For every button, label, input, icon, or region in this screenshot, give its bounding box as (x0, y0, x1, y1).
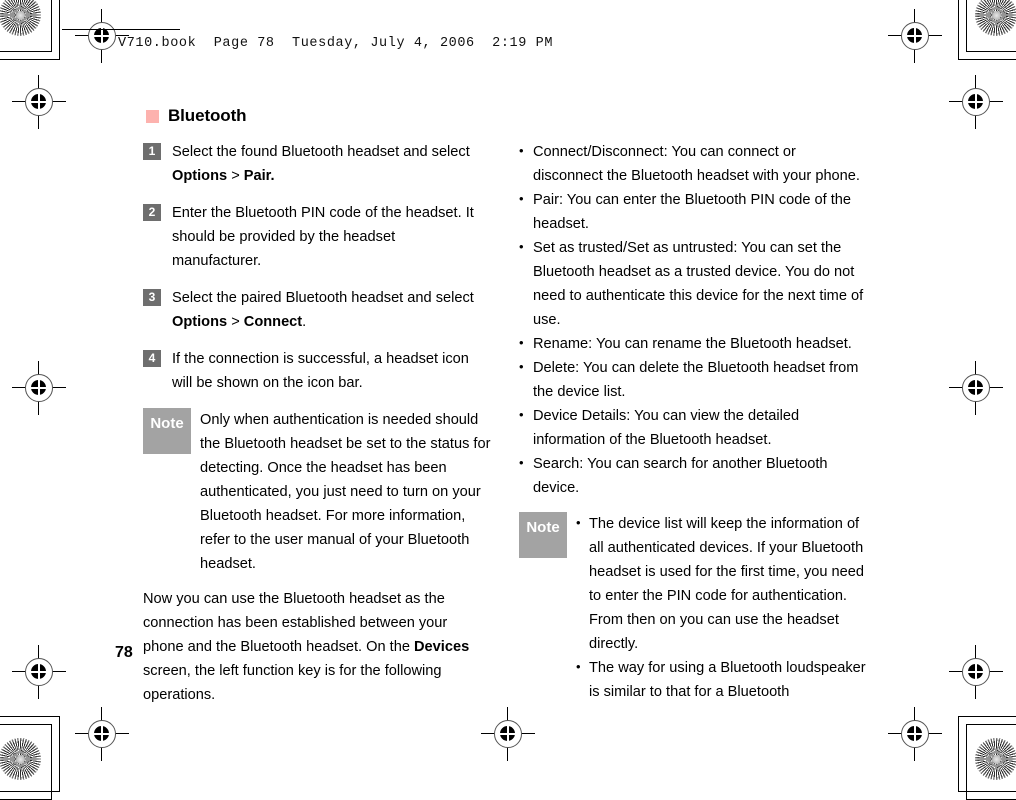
step-text-end: . (302, 314, 307, 330)
step-text: If the connection is successful, a heads… (172, 351, 469, 391)
list-item: Rename: You can rename the Bluetooth hea… (519, 331, 867, 356)
list-item: The way for using a Bluetooth loudspeake… (576, 655, 867, 704)
step-bold-connect: Connect (243, 314, 303, 330)
step-item: 4 If the connection is successful, a hea… (143, 347, 491, 395)
left-column: 1 Select the found Bluetooth headset and… (143, 140, 491, 707)
paragraph-bold-devices: Devices (414, 639, 470, 655)
page-title: Bluetooth (146, 106, 247, 126)
step-bold-pair: Pair. (243, 168, 275, 184)
list-item: Set as trusted/Set as untrusted: You can… (519, 235, 867, 332)
note-text: The device list will keep the informatio… (576, 511, 867, 704)
step-text-part: Select the found Bluetooth headset and s… (172, 144, 470, 160)
note-block-right: Note The device list will keep the infor… (519, 511, 867, 704)
list-item: Search: You can search for another Bluet… (519, 451, 867, 500)
operations-bullet-list: Connect/Disconnect: You can connect or d… (519, 139, 867, 500)
step-number-badge: 3 (143, 289, 161, 306)
paragraph-part-2: screen, the left function key is for the… (143, 663, 442, 703)
step-text: Enter the Bluetooth PIN code of the head… (172, 205, 474, 269)
note-bullet-list: The device list will keep the informatio… (576, 511, 867, 704)
list-item: The device list will keep the informatio… (576, 511, 867, 656)
step-text-part: Select the paired Bluetooth headset and … (172, 290, 474, 306)
closing-paragraph: Now you can use the Bluetooth headset as… (143, 587, 485, 707)
note-label: Note (519, 512, 567, 558)
section-bullet-icon (146, 109, 159, 123)
step-text-sep: > (227, 168, 244, 184)
step-text: Select the found Bluetooth headset and s… (172, 140, 482, 188)
step-item: 2 Enter the Bluetooth PIN code of the he… (143, 201, 491, 273)
step-bold-options: Options (172, 314, 228, 330)
step-item: 1 Select the found Bluetooth headset and… (143, 140, 491, 188)
step-item: 3 Select the paired Bluetooth headset an… (143, 286, 491, 334)
step-number-badge: 2 (143, 204, 161, 221)
list-item: Connect/Disconnect: You can connect or d… (519, 139, 867, 188)
step-text-sep: > (227, 314, 244, 330)
page-title-text: Bluetooth (168, 106, 247, 125)
note-label: Note (143, 408, 191, 454)
list-item: Device Details: You can view the detaile… (519, 403, 867, 452)
step-number-badge: 4 (143, 350, 161, 367)
page-number: 78 (115, 644, 133, 661)
note-text: Only when authentication is needed shoul… (200, 412, 491, 572)
list-item: Delete: You can delete the Bluetooth hea… (519, 355, 867, 404)
note-block-left: Note Only when authentication is needed … (143, 408, 491, 576)
right-column: Connect/Disconnect: You can connect or d… (519, 139, 867, 704)
list-item: Pair: You can enter the Bluetooth PIN co… (519, 187, 867, 236)
step-bold-options: Options (172, 168, 228, 184)
step-text: Select the paired Bluetooth headset and … (172, 286, 482, 334)
paragraph-part-1: Now you can use the Bluetooth headset as… (143, 591, 448, 655)
step-number-badge: 1 (143, 143, 161, 160)
page-body: Bluetooth 1 Select the found Bluetooth h… (0, 0, 1016, 774)
